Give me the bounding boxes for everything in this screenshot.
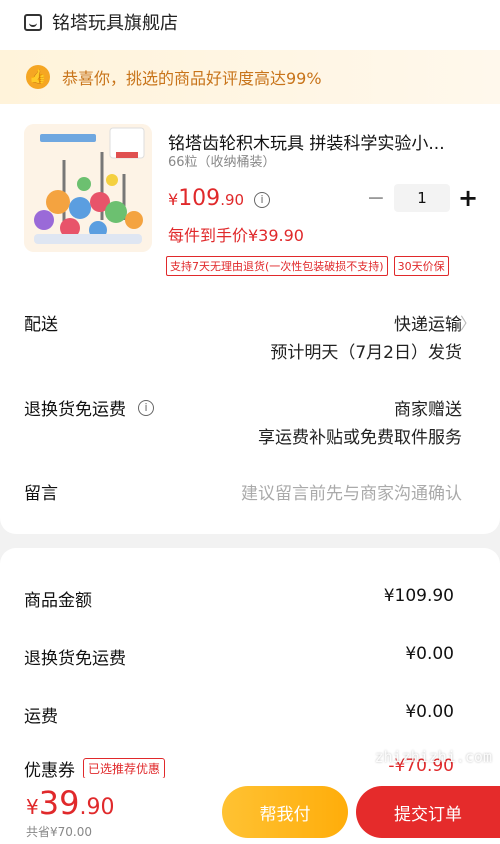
shipping-fee-label: 运费	[24, 707, 58, 727]
product-spec[interactable]: 66粒（收纳桶装）	[168, 151, 276, 170]
product-gear-toy-image	[24, 124, 152, 252]
return-shipping-label-wrap: 退换货免运费 i	[24, 395, 154, 420]
quantity-field[interactable]: 1	[394, 184, 450, 212]
shipping-fee-row: 运费 ¥0.00	[24, 702, 454, 727]
rating-banner: 👍 恭喜你，挑选的商品好评度高达99%	[0, 50, 500, 104]
price-currency: ¥	[168, 190, 179, 209]
increase-button[interactable]: +	[456, 184, 480, 212]
decrease-button[interactable]: −	[364, 186, 388, 211]
store-header[interactable]: 铭塔玩具旗舰店	[24, 10, 178, 34]
total-currency: ¥	[26, 795, 39, 819]
return-fee-label: 退换货免运费	[24, 649, 126, 669]
price-protect-tag: 30天价保	[393, 256, 449, 276]
order-card: 铭塔玩具旗舰店 👍 恭喜你，挑选的商品好评度高达99% 铭塔齿轮积木玩具 拼装科…	[0, 0, 500, 534]
delivery-label: 配送	[24, 315, 58, 335]
total-price: ¥ 39 .90	[26, 784, 114, 822]
thumbs-up-icon: 👍	[26, 65, 50, 89]
message-label: 留言	[24, 484, 58, 504]
banner-text: 恭喜你，挑选的商品好评度高达99%	[62, 69, 322, 88]
quantity-stepper: − 1 +	[364, 184, 480, 212]
price-decimal: .90	[220, 191, 245, 209]
help-pay-button[interactable]: 帮我付	[222, 786, 348, 838]
info-icon[interactable]: i	[254, 191, 271, 208]
goods-amount-label: 商品金额	[24, 591, 92, 611]
product-price: ¥ 109 .90 i	[168, 186, 271, 211]
return-shipping-label: 退换货免运费	[24, 400, 126, 420]
total-decimal: .90	[79, 795, 115, 820]
product-item: 铭塔齿轮积木玩具 拼装科学实验小... 66粒（收纳桶装） ¥ 109 .90 …	[24, 124, 478, 284]
per-item-price: 每件到手价¥39.90	[168, 226, 304, 245]
return-shipping-value: 商家赠送	[394, 400, 462, 420]
return-shipping-desc: 享运费补贴或免费取件服务	[258, 428, 462, 448]
message-row[interactable]: 留言 建议留言前先与商家沟通确认	[24, 479, 476, 505]
product-image[interactable]	[24, 124, 152, 252]
delivery-row[interactable]: 配送 快递运输 〉 预计明天（7月2日）发货	[24, 310, 476, 363]
service-tags: 支持7天无理由退货(一次性包装破损不支持) 30天价保	[166, 256, 455, 276]
goods-amount-value: ¥109.90	[383, 586, 454, 606]
return-policy-tag: 支持7天无理由退货(一次性包装破损不支持)	[166, 256, 388, 276]
chevron-right-icon: 〉	[459, 314, 476, 333]
watermark: zhizhizhi.com	[374, 748, 492, 766]
return-fee-value: ¥0.00	[405, 644, 454, 664]
total-savings: 共省¥70.00	[26, 825, 92, 839]
message-input[interactable]: 建议留言前先与商家沟通确认	[241, 479, 462, 504]
goods-amount-row: 商品金额 ¥109.90	[24, 586, 454, 611]
shipping-fee-value: ¥0.00	[405, 702, 454, 722]
total-integer: 39	[38, 784, 80, 822]
info-icon[interactable]: i	[138, 399, 154, 416]
store-name: 铭塔玩具旗舰店	[52, 13, 178, 34]
return-shipping-row[interactable]: 退换货免运费 i 商家赠送 享运费补贴或免费取件服务	[24, 395, 476, 448]
store-icon	[24, 13, 42, 31]
price-integer: 109	[178, 186, 221, 211]
delivery-method: 快递运输	[394, 315, 462, 335]
coupon-tag: 已选推荐优惠	[83, 758, 166, 779]
submit-order-button[interactable]: 提交订单	[356, 786, 500, 838]
delivery-eta: 预计明天（7月2日）发货	[270, 343, 462, 363]
checkout-bar: ¥ 39 .90 共省¥70.00 帮我付 提交订单	[0, 778, 500, 844]
return-fee-row: 退换货免运费 ¥0.00	[24, 644, 454, 669]
